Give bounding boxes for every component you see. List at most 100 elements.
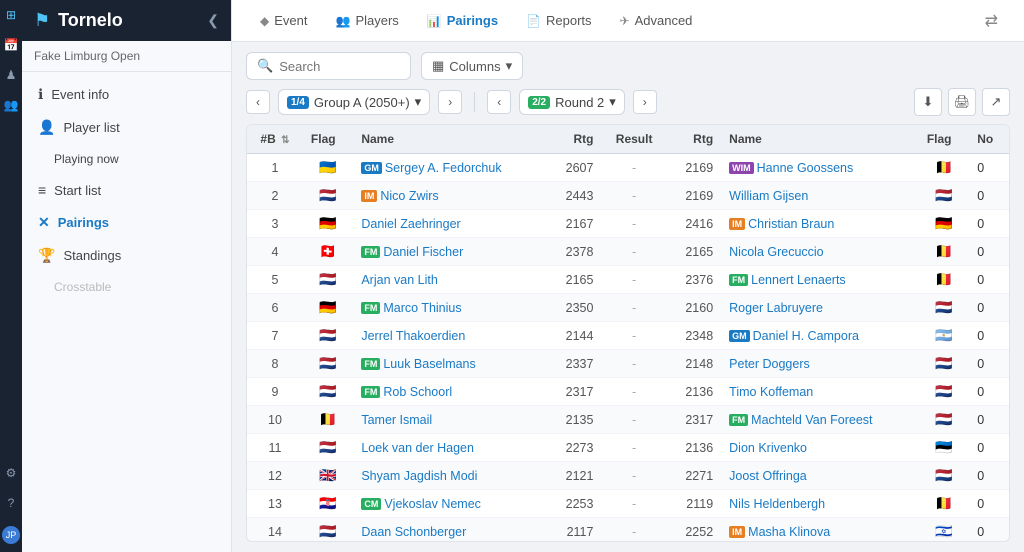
search-input-wrap[interactable]: 🔍 <box>246 52 411 80</box>
sidebar-collapse-button[interactable]: ❮ <box>207 12 219 29</box>
reports-icon: 📄 <box>526 14 541 28</box>
topnav-advanced-label: Advanced <box>635 13 693 28</box>
table-row: 10 🇧🇪 Tamer Ismail 2135 - 2317 FMMachtel… <box>247 406 1009 434</box>
settings-icon[interactable]: ⚙ <box>6 466 17 480</box>
player-name-white[interactable]: Tamer Ismail <box>361 413 432 427</box>
user-avatar[interactable]: JP <box>2 526 20 544</box>
sidebar-item-start-list-label: Start list <box>54 183 101 198</box>
main-content: ◆ Event 👥 Players 📊 Pairings 📄 Reports ✈… <box>232 0 1024 552</box>
sidebar-item-event-info[interactable]: ℹ Event info <box>22 78 231 111</box>
player-name-black[interactable]: IMChristian Braun <box>729 217 834 231</box>
sidebar-item-start-list[interactable]: ≡ Start list <box>22 174 231 206</box>
calendar-icon[interactable]: 📅 <box>4 38 19 52</box>
pairings-nav-icon: 📊 <box>427 14 442 28</box>
cell-result: - <box>601 238 666 266</box>
share-button[interactable]: ↗ <box>982 88 1010 116</box>
app-title: Tornelo <box>58 10 123 31</box>
cell-num: 7 <box>247 322 303 350</box>
sidebar-item-standings-label: Standings <box>63 248 121 263</box>
player-name-white[interactable]: FMLuuk Baselmans <box>361 357 475 371</box>
table-row: 5 🇳🇱 Arjan van Lith 2165 - 2376 FMLenner… <box>247 266 1009 294</box>
table-row: 6 🇩🇪 FMMarco Thinius 2350 - 2160 Roger L… <box>247 294 1009 322</box>
cell-result: - <box>601 294 666 322</box>
cell-flag2: 🇧🇪 <box>919 490 969 518</box>
player-name-black[interactable]: Roger Labruyere <box>729 301 823 315</box>
col-result: Result <box>601 125 666 154</box>
player-name-white[interactable]: FMRob Schoorl <box>361 385 452 399</box>
player-name-black[interactable]: Dion Krivenko <box>729 441 807 455</box>
player-name-white[interactable]: Daniel Zaehringer <box>361 217 460 231</box>
player-name-black[interactable]: Peter Doggers <box>729 357 810 371</box>
cell-name2: GMDaniel H. Campora <box>721 322 919 350</box>
sidebar-item-event-info-label: Event info <box>51 87 109 102</box>
table-row: 2 🇳🇱 IMNico Zwirs 2443 - 2169 William Gi… <box>247 182 1009 210</box>
group-prev-button[interactable]: ‹ <box>246 90 270 114</box>
topnav-advanced[interactable]: ✈ Advanced <box>608 5 705 36</box>
title-badge: IM <box>729 526 745 538</box>
cell-rtg1: 2117 <box>547 518 601 543</box>
swap-icon[interactable]: ⇄ <box>975 5 1008 37</box>
title-badge: FM <box>361 386 380 398</box>
topnav-reports[interactable]: 📄 Reports <box>514 5 603 36</box>
cell-flag2: 🇳🇱 <box>919 406 969 434</box>
search-input[interactable] <box>279 59 400 74</box>
table-row: 14 🇳🇱 Daan Schonberger 2117 - 2252 IMMas… <box>247 518 1009 543</box>
cell-result: - <box>601 406 666 434</box>
title-badge: FM <box>361 302 380 314</box>
player-name-white[interactable]: GMSergey A. Fedorchuk <box>361 161 501 175</box>
player-name-white[interactable]: Daan Schonberger <box>361 525 466 539</box>
player-name-white[interactable]: FMMarco Thinius <box>361 301 461 315</box>
cell-flag2: 🇳🇱 <box>919 294 969 322</box>
cell-no: 0 <box>969 378 1009 406</box>
table-row: 1 🇺🇦 GMSergey A. Fedorchuk 2607 - 2169 W… <box>247 154 1009 182</box>
player-name-black[interactable]: IMMasha Klinova <box>729 525 830 539</box>
flag-icon: 🇧🇪 <box>935 495 952 512</box>
sidebar-item-standings[interactable]: 🏆 Standings <box>22 239 231 272</box>
round-selector[interactable]: 2/2 Round 2 ▾ <box>519 89 625 115</box>
cell-rtg1: 2167 <box>547 210 601 238</box>
player-name-black[interactable]: William Gijsen <box>729 189 808 203</box>
player-name-black[interactable]: FMMachteld Van Foreest <box>729 413 872 427</box>
download-button[interactable]: ⬇ <box>914 88 942 116</box>
sidebar-item-pairings[interactable]: ✕ Pairings <box>22 206 231 239</box>
player-name-white[interactable]: IMNico Zwirs <box>361 189 438 203</box>
player-name-black[interactable]: FMLennert Lenaerts <box>729 273 846 287</box>
round-next-button[interactable]: › <box>633 90 657 114</box>
player-name-white[interactable]: Shyam Jagdish Modi <box>361 469 477 483</box>
player-name-black[interactable]: Joost Offringa <box>729 469 807 483</box>
round-prev-button[interactable]: ‹ <box>487 90 511 114</box>
help-icon[interactable]: ? <box>8 496 15 510</box>
topnav-event[interactable]: ◆ Event <box>248 5 319 36</box>
chess-icon[interactable]: ♟ <box>6 68 17 82</box>
group-dropdown-icon: ▾ <box>415 94 422 110</box>
users-icon[interactable]: 👥 <box>4 98 19 112</box>
sidebar-item-playing-now[interactable]: Playing now <box>22 144 231 174</box>
topnav-pairings[interactable]: 📊 Pairings <box>415 5 510 36</box>
player-name-black[interactable]: Nicola Grecuccio <box>729 245 823 259</box>
player-name-black[interactable]: WIMHanne Goossens <box>729 161 853 175</box>
home-icon[interactable]: ⊞ <box>6 8 16 22</box>
sidebar-item-player-list[interactable]: 👤 Player list <box>22 111 231 144</box>
player-name-white[interactable]: FMDaniel Fischer <box>361 245 463 259</box>
cell-no: 0 <box>969 238 1009 266</box>
topnav-players[interactable]: 👥 Players <box>323 5 410 36</box>
player-name-black[interactable]: Timo Koffeman <box>729 385 813 399</box>
cell-no: 0 <box>969 294 1009 322</box>
player-name-white[interactable]: Jerrel Thakoerdien <box>361 329 465 343</box>
cell-name1: Loek van der Hagen <box>353 434 547 462</box>
player-name-white[interactable]: Loek van der Hagen <box>361 441 474 455</box>
cell-name2: IMChristian Braun <box>721 210 919 238</box>
player-name-black[interactable]: GMDaniel H. Campora <box>729 329 859 343</box>
print-button[interactable]: 🖨 <box>948 88 976 116</box>
group-next-button[interactable]: › <box>438 90 462 114</box>
player-name-white[interactable]: Arjan van Lith <box>361 273 437 287</box>
cell-name1: Shyam Jagdish Modi <box>353 462 547 490</box>
flag-icon: 🇩🇪 <box>935 215 952 232</box>
player-name-black[interactable]: Nils Heldenbergh <box>729 497 825 511</box>
cell-result: - <box>601 490 666 518</box>
cell-name1: CMVjekoslav Nemec <box>353 490 547 518</box>
player-name-white[interactable]: CMVjekoslav Nemec <box>361 497 481 511</box>
columns-button[interactable]: ▦ Columns ▾ <box>421 52 523 80</box>
group-selector[interactable]: 1/4 Group A (2050+) ▾ <box>278 89 430 115</box>
flag-icon: 🇧🇪 <box>935 271 952 288</box>
